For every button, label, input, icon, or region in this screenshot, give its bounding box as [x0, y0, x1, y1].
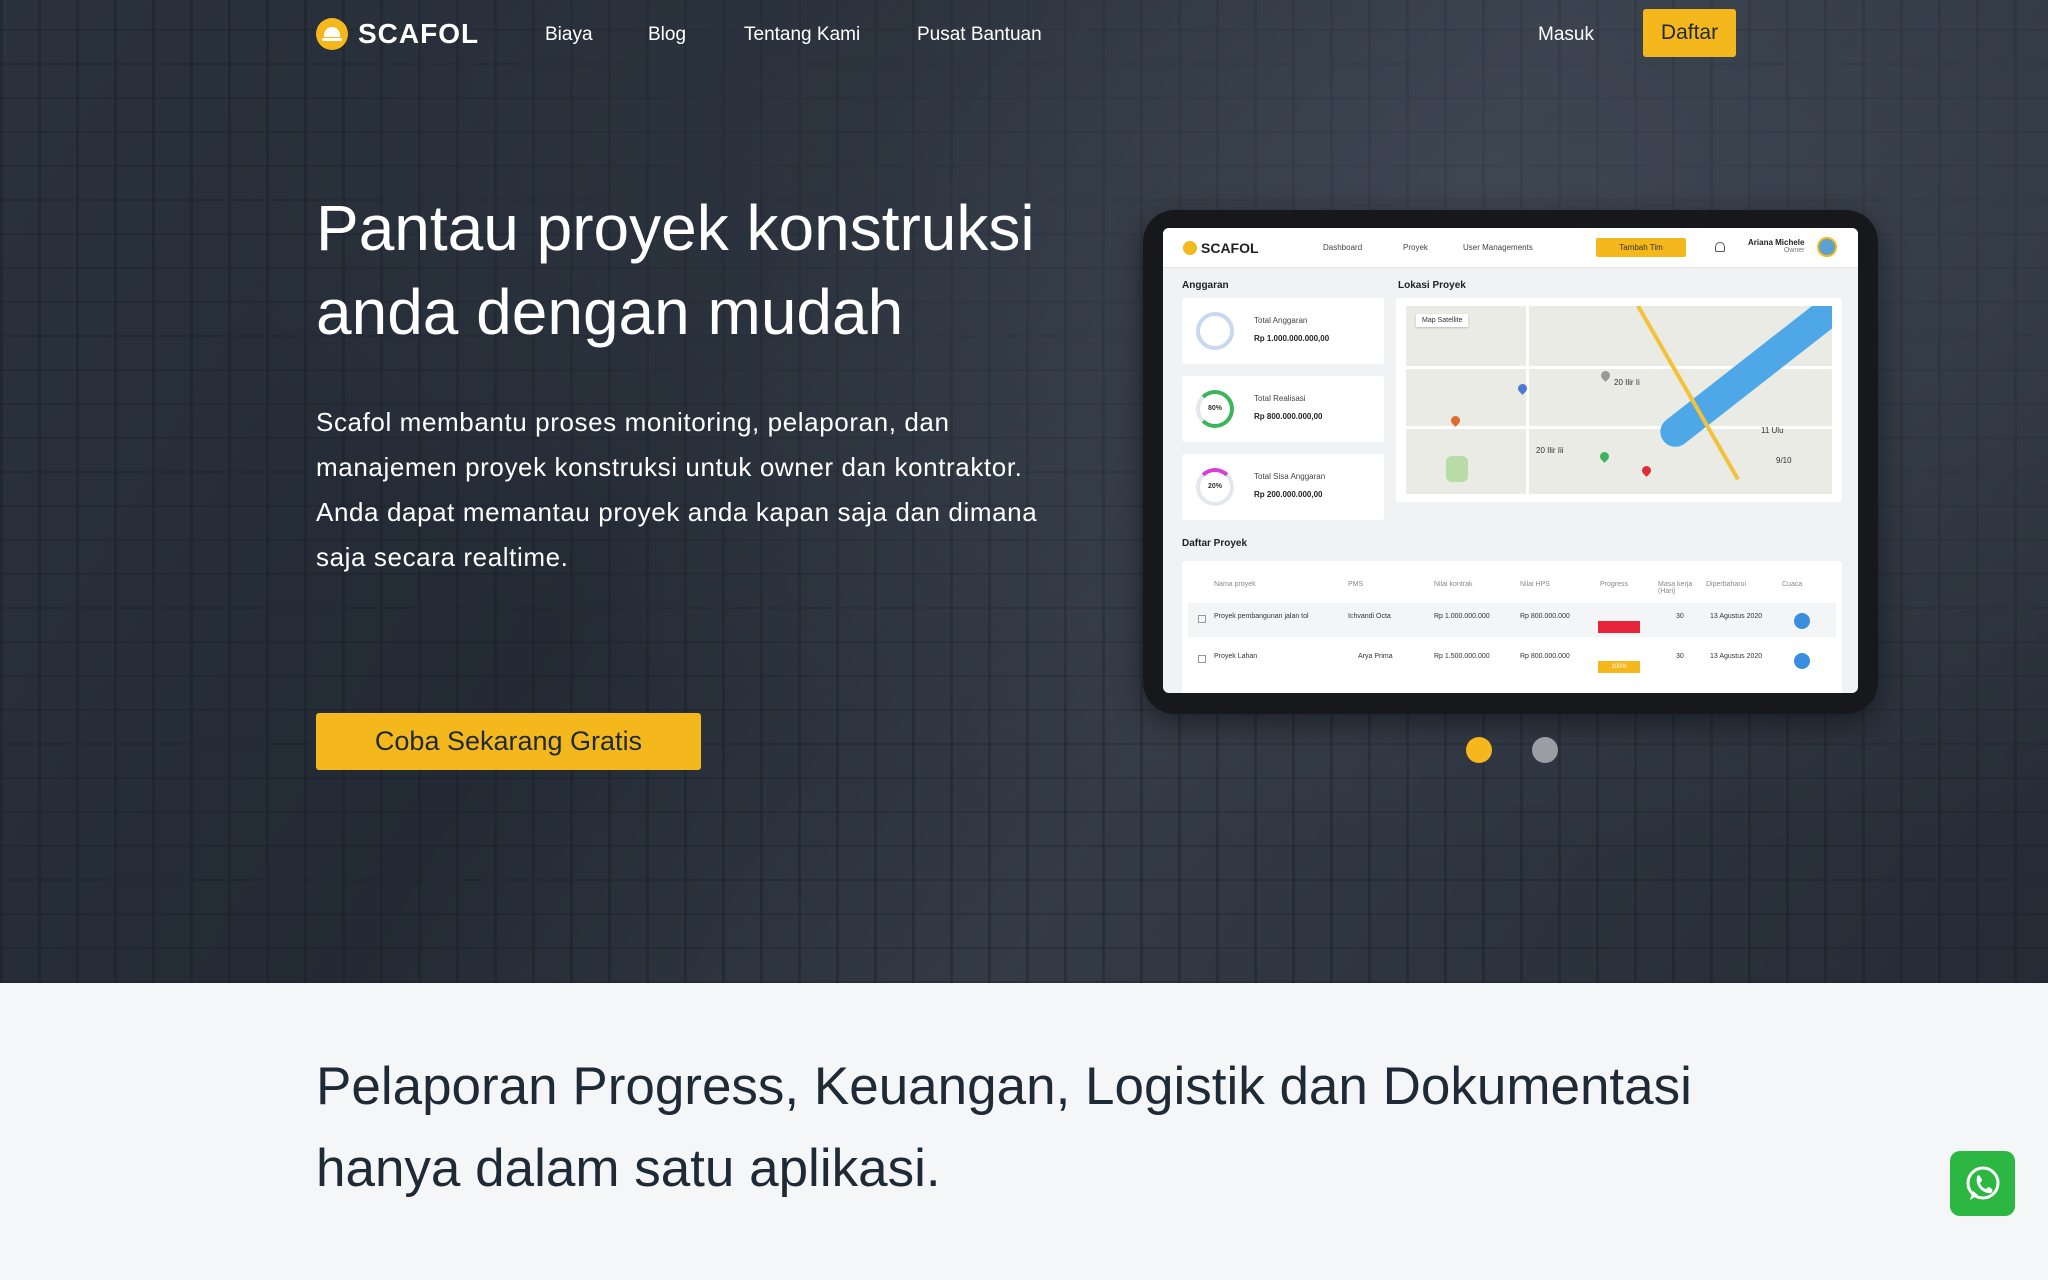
table-header: Nilai kontrak [1434, 581, 1473, 588]
map-label: 9/10 [1776, 456, 1792, 465]
map-label: 11 Ulu [1761, 426, 1784, 435]
carousel-dot-2[interactable] [1532, 737, 1558, 763]
app-user-name: Ariana Michele [1748, 238, 1805, 247]
map-park [1446, 456, 1468, 482]
card-total-realisasi: 80% Total Realisasi Rp 800.000.000,00 [1182, 376, 1384, 442]
app-header: SCAFOL Dashboard Proyek User Managements… [1163, 228, 1858, 268]
cell-masa: 30 [1676, 653, 1684, 660]
card-label: Total Realisasi [1254, 394, 1306, 403]
try-free-button[interactable]: Coba Sekarang Gratis [316, 713, 701, 770]
table-header: Nama proyek [1214, 581, 1256, 588]
progress-ring: 80% [1196, 390, 1234, 428]
table-header: Cuaca [1782, 581, 1803, 588]
nav-link-biaya[interactable]: Biaya [545, 24, 593, 46]
cell-masa: 30 [1676, 613, 1684, 620]
table-row: Proyek Lahan Arya Prima Rp 1.500.000.000… [1188, 643, 1836, 677]
app-logo-icon [1183, 241, 1197, 255]
whatsapp-icon [1966, 1166, 1999, 1200]
lokasi-title: Lokasi Proyek [1398, 280, 1466, 291]
cell-name: Proyek pembangunan jalan tol [1214, 613, 1309, 620]
row-checkbox [1198, 615, 1206, 623]
map-pin-icon [1449, 414, 1462, 427]
features-title: Pelaporan Progress, Keuangan, Logistik d… [316, 1057, 1692, 1198]
map-canvas: Map Satellite 20 Ilir Ii 20 Ilir Iii 11 … [1406, 306, 1832, 494]
cell-pms: Ichvandi Octa [1348, 613, 1391, 620]
map-type-tabs: Map Satellite [1416, 314, 1469, 327]
table-row: Proyek pembangunan jalan tol Ichvandi Oc… [1188, 603, 1836, 637]
app-logo-text: SCAFOL [1201, 240, 1259, 256]
app-nav-user-managements: User Managements [1463, 243, 1533, 252]
map-label: 20 Ilir Iii [1536, 446, 1564, 455]
cell-kontrak: Rp 1.500.000.000 [1434, 653, 1490, 660]
daftar-proyek-title: Daftar Proyek [1182, 538, 1248, 549]
features-section: Pelaporan Progress, Keuangan, Logistik d… [0, 983, 2048, 1280]
table-header: Masa kerja (Hari) [1658, 581, 1693, 595]
card-value: Rp 200.000.000,00 [1254, 490, 1323, 499]
app-logo: SCAFOL [1183, 240, 1259, 256]
project-table: Nama proyek PMS Nilai kontrak Nilai HPS … [1182, 561, 1842, 693]
map-pin-icon [1599, 369, 1612, 382]
project-map: Map Satellite 20 Ilir Ii 20 Ilir Iii 11 … [1396, 298, 1842, 502]
cell-updated: 13 Agustus 2020 [1710, 613, 1763, 620]
nav-link-tentang-kami[interactable]: Tentang Kami [744, 24, 860, 46]
anggaran-title: Anggaran [1182, 280, 1229, 291]
logo-text: SCAFOL [358, 18, 480, 49]
hero-title-line1: Pantau proyek konstruksi [316, 192, 1035, 264]
table-header: Progress [1600, 581, 1629, 588]
map-pin-icon [1598, 450, 1611, 463]
app-add-team-button: Tambah Tim [1596, 238, 1686, 257]
table-header: Diperbaharui [1706, 581, 1747, 588]
table-header: Nilai HPS [1520, 581, 1550, 588]
cell-hps: Rp 800.000.000 [1520, 613, 1570, 620]
map-pin-icon [1640, 464, 1653, 477]
whatsapp-button[interactable] [1950, 1151, 2015, 1216]
progress-ring: 20% [1196, 468, 1234, 506]
app-nav-dashboard: Dashboard [1323, 243, 1363, 252]
hero-section: SCAFOL Biaya Blog Tentang Kami Pusat Ban… [0, 0, 2048, 983]
card-value: Rp 800.000.000,00 [1254, 412, 1323, 421]
card-value: Rp 1.000.000.000,00 [1254, 334, 1330, 343]
progress-bar [1598, 621, 1640, 633]
weather-icon [1794, 613, 1810, 629]
card-label: Total Anggaran [1254, 316, 1308, 325]
carousel-dot-1[interactable] [1466, 737, 1492, 763]
logo-icon [316, 18, 348, 50]
app-user-role: Owner [1783, 247, 1805, 254]
cell-name: Proyek Lahan [1214, 653, 1258, 660]
bell-icon [1715, 242, 1725, 252]
logo[interactable]: SCAFOL [316, 18, 479, 50]
map-label: 20 Ilir Ii [1614, 378, 1640, 387]
weather-icon [1794, 653, 1810, 669]
nav-link-pusat-bantuan[interactable]: Pusat Bantuan [917, 24, 1042, 46]
app-nav-proyek: Proyek [1403, 243, 1428, 252]
hero-description: Scafol membantu proses monitoring, pelap… [316, 407, 1038, 572]
tablet-mockup: SCAFOL Dashboard Proyek User Managements… [1143, 210, 1878, 714]
top-navigation: SCAFOL Biaya Blog Tentang Kami Pusat Ban… [0, 0, 2048, 72]
hero-title: Pantau proyek konstruksi anda dengan mud… [316, 186, 1116, 354]
avatar [1817, 237, 1837, 257]
carousel-indicators [1466, 737, 1558, 763]
hero-title-line2: anda dengan mudah [316, 276, 904, 348]
card-total-sisa: 20% Total Sisa Anggaran Rp 200.000.000,0… [1182, 454, 1384, 520]
login-button[interactable]: Masuk [1538, 24, 1594, 46]
register-button[interactable]: Daftar [1643, 9, 1736, 57]
cell-kontrak: Rp 1.000.000.000 [1434, 613, 1490, 620]
cell-hps: Rp 800.000.000 [1520, 653, 1570, 660]
cell-updated: 13 Agustus 2020 [1710, 653, 1763, 660]
budget-icon [1196, 312, 1234, 350]
progress-bar: 100% [1598, 661, 1640, 673]
app-user-info: Ariana Michele Owner [1748, 238, 1804, 254]
cell-pms: Arya Prima [1358, 653, 1393, 660]
row-checkbox [1198, 655, 1206, 663]
card-total-anggaran: Total Anggaran Rp 1.000.000.000,00 [1182, 298, 1384, 364]
table-header: PMS [1348, 581, 1364, 588]
app-screenshot: SCAFOL Dashboard Proyek User Managements… [1163, 228, 1858, 693]
map-road [1526, 306, 1529, 494]
nav-link-blog[interactable]: Blog [648, 24, 686, 46]
card-label: Total Sisa Anggaran [1254, 472, 1326, 481]
